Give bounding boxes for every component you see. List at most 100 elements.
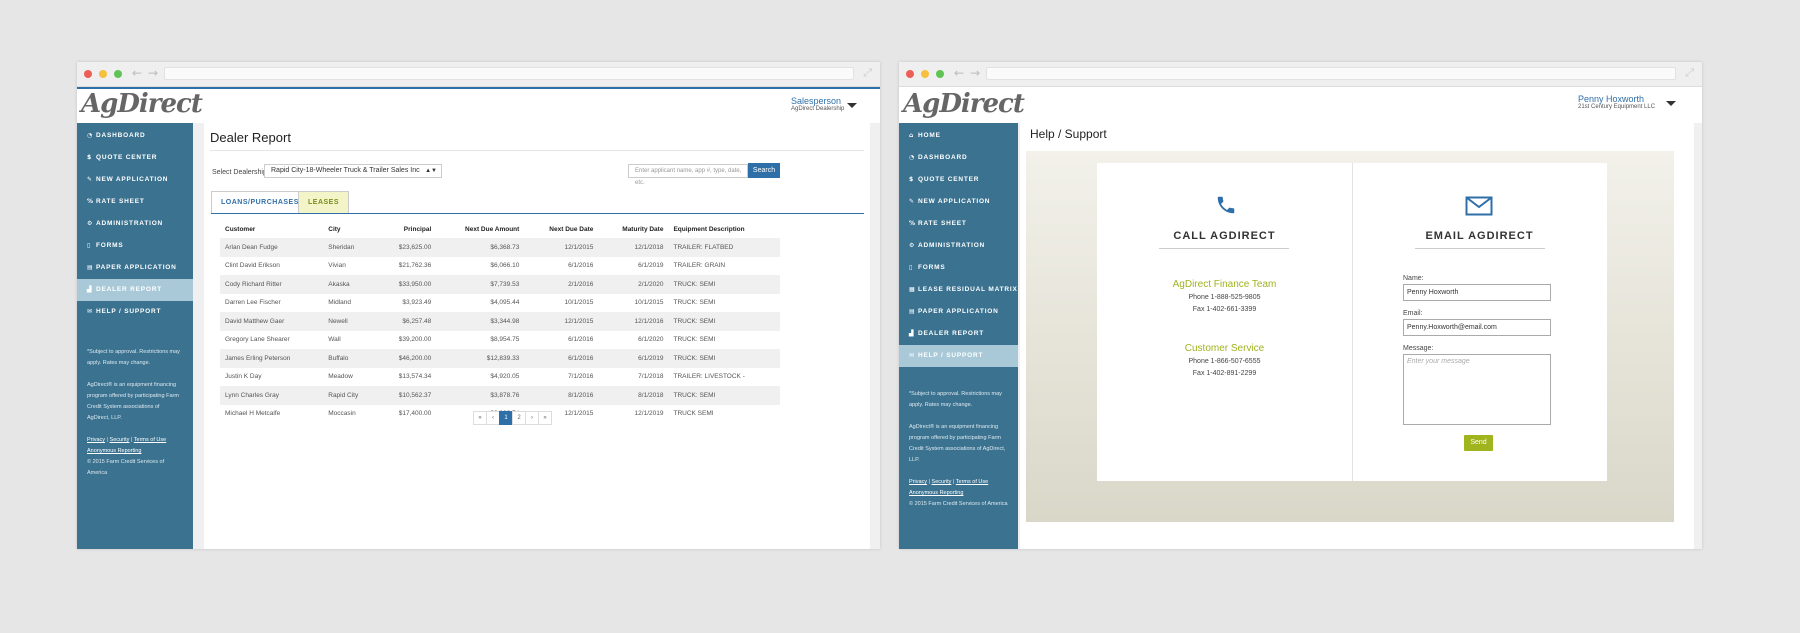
pagination-button[interactable]: 2 [512, 411, 526, 425]
back-forward-arrows-icon[interactable]: ←→ [954, 66, 986, 80]
user-name[interactable]: Salesperson [791, 96, 844, 106]
table-cell: TRUCK: SEMI [673, 336, 716, 344]
chevron-down-icon[interactable] [1666, 101, 1676, 106]
privacy-link[interactable]: Privacy [909, 479, 927, 485]
back-forward-arrows-icon[interactable]: ←→ [132, 66, 164, 80]
table-cell: 12/1/2016 [598, 312, 669, 331]
sidebar-item-dashboard[interactable]: ◔ DASHBOARD [77, 125, 193, 147]
close-window-button[interactable] [84, 70, 92, 78]
file-icon: ▤ [909, 308, 916, 315]
table-cell: TRUCK SEMI [673, 410, 714, 418]
table-icon: ▦ [909, 286, 916, 293]
send-button[interactable]: Send [1464, 435, 1493, 451]
close-window-button[interactable] [906, 70, 914, 78]
sidebar-item-dealer-report[interactable]: ▟ DEALER REPORT [77, 279, 193, 301]
column-header[interactable]: Principal [378, 220, 436, 238]
agdirect-logo[interactable]: AgDirectPOWERED BY FARM CREDIT. [903, 89, 1025, 132]
maximize-window-button[interactable] [936, 70, 944, 78]
sidebar-item-new-application[interactable]: ✎ NEW APPLICATION [77, 169, 193, 191]
email-field[interactable]: Penny.Hoxworth@email.com [1403, 319, 1551, 336]
user-menu[interactable]: Salesperson AgDirect Dealership [791, 96, 844, 112]
table-cell: 7/1/2018 [638, 373, 664, 381]
name-field[interactable]: Penny Hoxworth [1403, 284, 1551, 301]
sidebar-item-dashboard[interactable]: ◔ DASHBOARD [899, 147, 1018, 169]
privacy-link[interactable]: Privacy [87, 437, 105, 443]
user-menu[interactable]: Penny Hoxworth 21st Century Equipment LL… [1578, 94, 1655, 110]
browser-window-help-support: ←→ ⤢ AgDirectPOWERED BY FARM CREDIT. Pen… [899, 62, 1702, 549]
sidebar-item-quote-center[interactable]: $ QUOTE CENTER [899, 169, 1018, 191]
sidebar-item-help-support[interactable]: ✉ HELP / SUPPORT [899, 345, 1018, 367]
column-header[interactable]: Equipment Description [668, 220, 780, 238]
email-label: Email: [1403, 310, 1423, 317]
security-link[interactable]: Security [110, 437, 130, 443]
column-header[interactable]: Next Due Amount [436, 220, 524, 238]
sidebar-item-forms[interactable]: ▯ FORMS [899, 257, 1018, 279]
sidebar-item-paper-application[interactable]: ▤ PAPER APPLICATION [899, 301, 1018, 323]
sidebar-item-administration[interactable]: ⚙ ADMINISTRATION [77, 213, 193, 235]
table-cell: TRUCK: SEMI [668, 386, 780, 405]
pagination-button[interactable]: › [525, 411, 539, 425]
pagination-button[interactable]: » [538, 411, 552, 425]
sidebar-item-new-application[interactable]: ✎ NEW APPLICATION [899, 191, 1018, 213]
sidebar-item-dealer-report[interactable]: ▟ DEALER REPORT [899, 323, 1018, 345]
address-bar[interactable] [986, 67, 1676, 80]
table-row[interactable]: Gregory Lane Shearer Wall $39,200.00 $8,954… [220, 331, 780, 350]
search-button[interactable]: Search [748, 163, 780, 178]
user-name[interactable]: Penny Hoxworth [1578, 94, 1655, 104]
anonymous-reporting-link[interactable]: Anonymous Reporting [909, 490, 963, 496]
table-row[interactable]: Lynn Charles Gray Rapid City $10,562.37 $3,… [220, 386, 780, 405]
sidebar-item-home[interactable]: ⌂ HOME [899, 125, 1018, 147]
minimize-window-button[interactable] [921, 70, 929, 78]
column-header[interactable]: City [323, 220, 378, 238]
table-cell: $10,562.37 [378, 386, 437, 405]
agdirect-logo[interactable]: AgDirectPOWERED BY FARM CREDIT. [81, 89, 203, 132]
dealership-select[interactable]: Rapid City-18-Wheeler Truck & Trailer Sa… [264, 164, 442, 178]
security-link[interactable]: Security [932, 479, 952, 485]
file-icon: ▤ [87, 264, 94, 271]
pagination-button[interactable]: ‹ [486, 411, 500, 425]
table-row[interactable]: Arlan Dean Fudge Sheridan $23,625.00 $6,368… [220, 238, 780, 257]
copyright-text: © 2015 Farm Credit Services of America [909, 501, 1008, 507]
footer-links: Privacy | Security | Terms of Use [87, 437, 167, 443]
sidebar-item-rate-sheet[interactable]: % RATE SHEET [77, 191, 193, 213]
fullscreen-icon[interactable]: ⤢ [863, 66, 872, 80]
table-row[interactable]: Darren Lee Fischer Midland $3,923.49 $4,095… [220, 294, 780, 313]
address-bar[interactable] [164, 67, 854, 80]
terms-link[interactable]: Terms of Use [134, 437, 166, 443]
table-cell: TRUCK: SEMI [668, 349, 780, 368]
fullscreen-icon[interactable]: ⤢ [1685, 66, 1694, 80]
sidebar-item-rate-sheet[interactable]: % RATE SHEET [899, 213, 1018, 235]
terms-link[interactable]: Terms of Use [956, 479, 988, 485]
table-row[interactable]: Justin K Day Meadow $13,574.34 $4,920.05 7/1… [220, 368, 780, 387]
anonymous-reporting-link[interactable]: Anonymous Reporting [87, 448, 141, 454]
table-row[interactable]: James Erling Peterson Buffalo $46,200.00 $1… [220, 349, 780, 368]
maximize-window-button[interactable] [114, 70, 122, 78]
sidebar-item-help-support[interactable]: ✉ HELP / SUPPORT [77, 301, 193, 323]
message-textarea[interactable]: Enter your message [1403, 354, 1551, 425]
column-header[interactable]: Maturity Date [598, 220, 668, 238]
disclaimer-text: *Subject to approval. Restrictions may a… [87, 349, 180, 366]
pagination-button[interactable]: « [473, 411, 487, 425]
sidebar-item-administration[interactable]: ⚙ ADMINISTRATION [899, 235, 1018, 257]
minimize-window-button[interactable] [99, 70, 107, 78]
sidebar-item-lease-residual-matrix[interactable]: ▦ LEASE RESIDUAL MATRIX [899, 279, 1018, 301]
tab-loans-purchases[interactable]: LOANS/PURCHASES [211, 191, 309, 213]
table-row[interactable]: Cody Richard Ritter Akaska $33,950.00 $7,73… [220, 275, 780, 294]
table-cell: $13,574.34 [398, 373, 432, 381]
chevron-down-icon[interactable] [847, 103, 857, 108]
sidebar-item-label: PAPER APPLICATION [96, 264, 177, 271]
table-row[interactable]: Clint David Erikson Vivian $21,762.36 $6,06… [220, 257, 780, 276]
main-content: Help / Support CALL AGDIRECT AgDirect Fi… [1020, 123, 1694, 549]
tab-leases[interactable]: LEASES [298, 191, 350, 213]
sidebar-item-forms[interactable]: ▯ FORMS [77, 235, 193, 257]
table-cell: 2/1/2016 [524, 275, 599, 294]
column-header[interactable]: Next Due Date [524, 220, 598, 238]
search-input[interactable]: Enter applicant name, app #, type, date,… [628, 164, 748, 186]
pagination-button[interactable]: 1 [499, 411, 513, 425]
sidebar-item-paper-application[interactable]: ▤ PAPER APPLICATION [77, 257, 193, 279]
table-cell: $21,762.36 [398, 262, 432, 270]
column-header[interactable]: Customer [220, 220, 323, 238]
table-cell: TRAILER: GRAIN [673, 262, 726, 270]
sidebar-item-quote-center[interactable]: $ QUOTE CENTER [77, 147, 193, 169]
table-row[interactable]: David Matthew Gaer Newell $6,257.48 $3,344.… [220, 312, 780, 331]
